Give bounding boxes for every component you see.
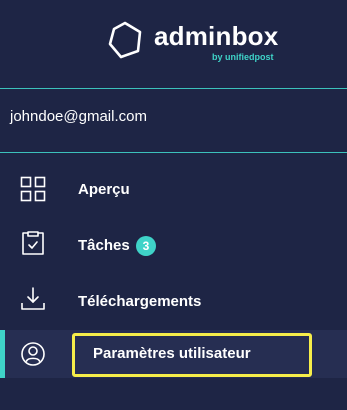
sidebar-item-apercu[interactable]: Aperçu	[0, 162, 347, 216]
user-email[interactable]: johndoe@gmail.com	[10, 107, 147, 127]
divider	[0, 88, 347, 89]
sidebar-item-taches[interactable]: Tâches 3	[0, 218, 347, 272]
sidebar-item-label: Téléchargements	[78, 293, 202, 310]
download-icon	[20, 286, 46, 312]
highlight-outline	[72, 333, 312, 377]
brand-logo[interactable]: adminbox by unifiedpost	[0, 0, 347, 88]
brand-name: adminbox	[154, 21, 279, 51]
divider	[0, 152, 347, 153]
sidebar-item-telechargements[interactable]: Téléchargements	[0, 274, 347, 328]
clipboard-check-icon	[20, 230, 46, 256]
sidebar-item-label: Tâches	[78, 237, 130, 254]
sidebar-item-label: Aperçu	[78, 181, 130, 198]
brand-subtitle: by unifiedpost	[212, 52, 274, 62]
grid-icon	[20, 176, 46, 202]
task-count-badge: 3	[136, 236, 156, 256]
hexagon-logo-icon	[105, 20, 145, 60]
sidebar: adminbox by unifiedpost johndoe@gmail.co…	[0, 0, 347, 410]
user-circle-icon	[20, 341, 46, 367]
